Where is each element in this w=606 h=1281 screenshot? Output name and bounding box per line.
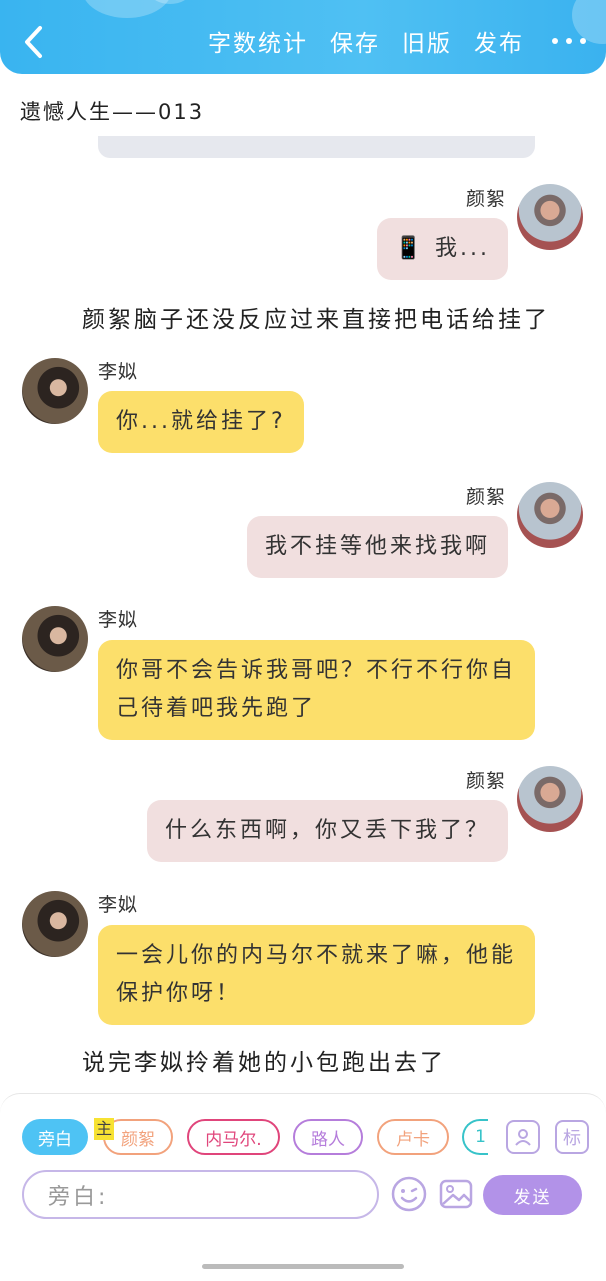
message-bubble[interactable]: 什么东西啊，你又丢下我了？: [146, 800, 508, 862]
word-count-button[interactable]: 字数统计: [208, 24, 308, 58]
image-icon: [439, 1179, 473, 1209]
back-button[interactable]: [18, 22, 52, 62]
avatar[interactable]: [22, 606, 88, 672]
more-dot-icon: [566, 38, 572, 44]
speaker-name: 颜絮: [465, 770, 506, 792]
home-indicator: [202, 1264, 404, 1269]
smiley-icon: [391, 1176, 427, 1212]
old-version-button[interactable]: 旧版: [402, 24, 452, 58]
decorative-bubble: [82, 0, 172, 18]
more-options-button[interactable]: [548, 26, 590, 56]
avatar[interactable]: [22, 358, 88, 424]
mark-button[interactable]: 标: [555, 1120, 589, 1154]
narration-text[interactable]: 颜絮脑子还没反应过来直接把电话给挂了: [82, 300, 550, 334]
narration-text[interactable]: 说完李姒拎着她的小包跑出去了: [82, 1043, 446, 1077]
top-actions: 字数统计 保存 旧版 发布: [186, 24, 590, 58]
story-title: 遗憾人生——013: [20, 100, 205, 124]
save-button[interactable]: 保存: [330, 24, 380, 58]
role-chip-luka[interactable]: 卢卡: [377, 1119, 449, 1155]
role-chip-neymar[interactable]: 内马尔.: [187, 1119, 280, 1155]
image-button[interactable]: [438, 1176, 474, 1212]
avatar[interactable]: [517, 766, 583, 832]
chevron-left-icon: [25, 26, 42, 58]
avatar[interactable]: [517, 482, 583, 548]
send-button[interactable]: 发送: [483, 1175, 582, 1215]
message-bubble[interactable]: 你...就给挂了?: [98, 391, 304, 453]
message-bubble[interactable]: 你哥不会告诉我哥吧？不行不行你自己待着吧我先跑了: [98, 640, 535, 740]
more-dot-icon: [552, 38, 558, 44]
role-chip-passerby[interactable]: 路人: [293, 1119, 363, 1155]
emoji-button[interactable]: [391, 1176, 427, 1212]
avatar[interactable]: [517, 184, 583, 250]
role-chip-narrator[interactable]: 旁白: [22, 1119, 88, 1155]
speaker-name: 颜絮: [465, 188, 506, 210]
publish-button[interactable]: 发布: [474, 24, 524, 58]
character-card-button[interactable]: [506, 1120, 540, 1154]
speaker-name: 李姒: [98, 894, 139, 916]
message-input[interactable]: 旁白:: [22, 1170, 379, 1219]
speaker-name: 颜絮: [465, 486, 506, 508]
user-card-icon: [515, 1129, 531, 1146]
top-bar: 字数统计 保存 旧版 发布: [0, 0, 606, 74]
message-bubble[interactable]: 一会儿你的内马尔不就来了嘛，他能保护你呀！: [98, 925, 535, 1025]
speaker-name: 李姒: [98, 609, 139, 631]
speaker-name: 李姒: [98, 361, 139, 383]
message-bubble-partial: [98, 136, 535, 158]
avatar[interactable]: [22, 891, 88, 957]
more-dot-icon: [580, 38, 586, 44]
message-bubble[interactable]: 我不挂等他来找我啊: [246, 516, 508, 578]
main-role-badge: 主: [94, 1118, 114, 1140]
message-bubble[interactable]: 📱 我...: [376, 218, 508, 280]
